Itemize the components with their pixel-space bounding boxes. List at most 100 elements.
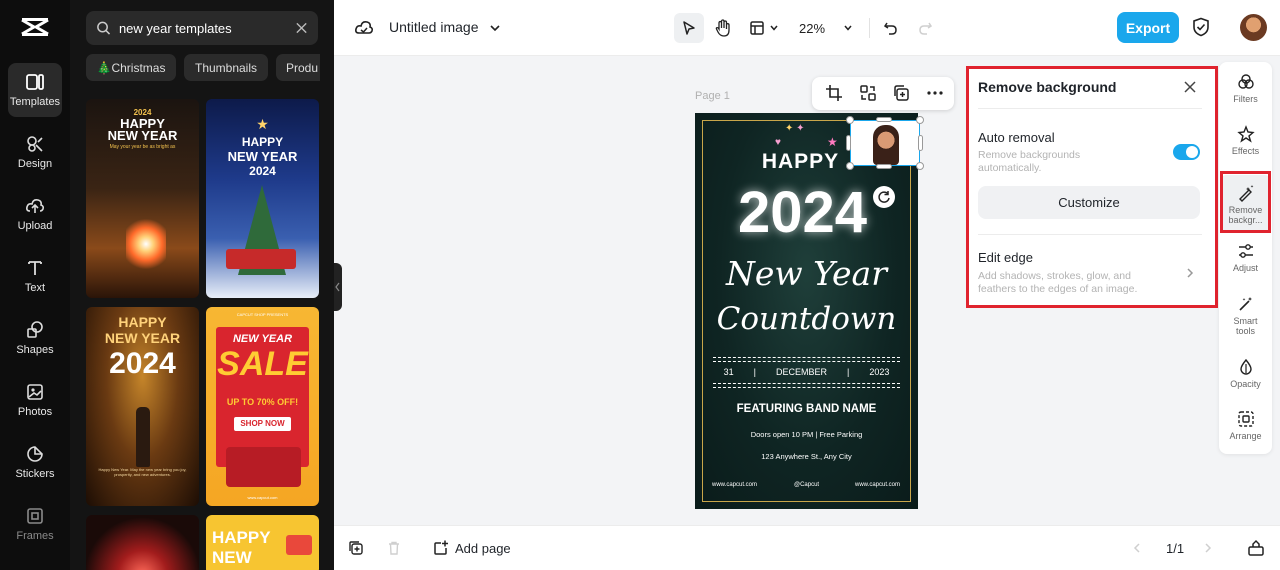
- panel-title: Remove background: [978, 79, 1117, 95]
- replace-icon[interactable]: [859, 84, 877, 102]
- template-thumb-6[interactable]: HAPPY NEW: [206, 515, 319, 570]
- clear-search-icon[interactable]: [295, 21, 308, 35]
- redo-button[interactable]: [912, 13, 938, 43]
- thumb-text: SHOP NOW: [240, 419, 285, 428]
- cursor-icon: [683, 21, 695, 35]
- thumb-text: NEW YEAR: [232, 333, 293, 345]
- photo-portrait: [873, 125, 899, 165]
- template-search[interactable]: [86, 11, 318, 45]
- template-thumb-5[interactable]: [86, 515, 199, 570]
- rail-item-templates[interactable]: Templates: [8, 63, 62, 117]
- export-button[interactable]: Export: [1117, 12, 1179, 43]
- rail-item-design[interactable]: Design: [8, 125, 62, 179]
- tool-label: Arrange: [1229, 431, 1262, 441]
- poster-footer-left: www.capcut.com: [712, 482, 758, 488]
- close-icon[interactable]: [1182, 79, 1198, 95]
- layout-icon: [750, 21, 764, 35]
- resize-handle[interactable]: [916, 162, 924, 170]
- chevron-down-icon: [844, 25, 852, 31]
- poster-date: 31 | DECEMBER | 2023: [695, 367, 918, 377]
- thumb-text: HAPPY: [241, 135, 284, 149]
- zoom-menu-button[interactable]: 22%: [796, 13, 856, 43]
- tool-smart-tools[interactable]: Smart tools: [1219, 295, 1272, 336]
- resize-handle[interactable]: [918, 135, 923, 151]
- resize-handle[interactable]: [846, 135, 851, 151]
- chip-products[interactable]: Produ: [276, 54, 320, 81]
- auto-removal-desc-1: Remove backgrounds: [978, 149, 1081, 161]
- more-icon[interactable]: [926, 84, 944, 102]
- tool-label: tools: [1235, 326, 1255, 336]
- edit-edge-desc-1: Add shadows, strokes, glow, and: [978, 270, 1131, 282]
- thumb-text: NEW YEAR: [107, 128, 178, 143]
- tool-filters[interactable]: Filters: [1219, 73, 1272, 104]
- tool-adjust[interactable]: Adjust: [1219, 242, 1272, 273]
- chip-christmas[interactable]: 🎄Christmas: [86, 54, 176, 81]
- search-input[interactable]: [118, 20, 295, 36]
- next-page-icon[interactable]: [1203, 542, 1213, 554]
- rail-item-text[interactable]: Text: [8, 249, 62, 303]
- rotate-handle[interactable]: [873, 186, 895, 208]
- crop-icon[interactable]: [825, 84, 843, 102]
- selected-photo[interactable]: [850, 120, 920, 166]
- template-thumb-3[interactable]: HAPPY NEW YEAR 2024 Happy New Year. May …: [86, 307, 199, 506]
- stickers-icon: [27, 446, 43, 462]
- duplicate-icon[interactable]: [892, 84, 910, 102]
- add-page-button[interactable]: Add page: [432, 539, 511, 557]
- select-tool-button[interactable]: [674, 13, 704, 43]
- cloud-sync-icon[interactable]: [354, 18, 374, 38]
- chevron-down-icon: [770, 25, 778, 31]
- chevron-right-icon[interactable]: [1185, 267, 1195, 279]
- template-thumb-2[interactable]: ★ HAPPY NEW YEAR 2024: [206, 99, 319, 298]
- page-counter: 1/1: [1166, 541, 1185, 556]
- page-label: Page 1: [695, 90, 730, 102]
- floating-toolbar: [812, 77, 954, 110]
- poster-script-2: Countdown: [716, 301, 897, 337]
- rail-label: Frames: [16, 530, 54, 542]
- capcut-logo-icon[interactable]: [20, 16, 50, 38]
- auto-removal-toggle[interactable]: [1173, 144, 1200, 160]
- chevron-down-icon[interactable]: [489, 22, 501, 34]
- tool-opacity[interactable]: Opacity: [1219, 358, 1272, 389]
- tool-effects[interactable]: Effects: [1219, 125, 1272, 156]
- layout-menu-button[interactable]: [746, 13, 782, 43]
- rail-label: Text: [24, 282, 46, 294]
- template-thumb-1[interactable]: 2024 HAPPY NEW YEAR May your year be as …: [86, 99, 199, 298]
- poster-canvas[interactable]: ✦ ✦ ♥ ★ HAPPY 2024 New Year Countdown 31…: [695, 113, 918, 509]
- resize-handle[interactable]: [846, 116, 854, 124]
- resize-handle[interactable]: [876, 117, 892, 122]
- document-title[interactable]: Untitled image: [389, 19, 479, 35]
- resize-handle[interactable]: [916, 116, 924, 124]
- rail-item-photos[interactable]: Photos: [8, 373, 62, 427]
- hand-tool-button[interactable]: [708, 13, 738, 43]
- user-avatar[interactable]: [1240, 14, 1267, 41]
- thumb-text: NEW YEAR: [227, 149, 298, 164]
- rail-label: Shapes: [16, 344, 54, 356]
- auto-removal-desc-2: automatically.: [978, 162, 1042, 174]
- resize-handle[interactable]: [876, 164, 892, 169]
- rail-item-stickers[interactable]: Stickers: [8, 435, 62, 489]
- rail-item-shapes[interactable]: Shapes: [8, 311, 62, 365]
- panel-collapse-handle[interactable]: [334, 263, 342, 311]
- shield-check-icon[interactable]: [1192, 17, 1210, 37]
- tool-arrange[interactable]: Arrange: [1219, 410, 1272, 441]
- chip-thumbnails[interactable]: Thumbnails: [184, 54, 268, 81]
- rail-item-upload[interactable]: Upload: [8, 187, 62, 241]
- remove-background-panel: Remove background Auto removal Remove ba…: [966, 66, 1218, 308]
- delete-page-icon[interactable]: [386, 540, 402, 556]
- undo-button[interactable]: [878, 13, 904, 43]
- rail-item-frames[interactable]: Frames: [8, 497, 62, 551]
- duplicate-page-icon[interactable]: [348, 540, 364, 556]
- page-panel-icon[interactable]: [1247, 539, 1265, 557]
- thumb-text: 2024: [249, 164, 276, 178]
- template-thumb-4[interactable]: CAPCUT SHOP PRESENTS NEW YEAR SALE UP TO…: [206, 307, 319, 506]
- magic-wand-icon: [1238, 297, 1252, 311]
- resize-handle[interactable]: [846, 162, 854, 170]
- tool-label: Filters: [1233, 94, 1258, 104]
- thumb-text: HAPPY: [118, 314, 167, 330]
- frames-icon: [27, 508, 43, 524]
- customize-button[interactable]: Customize: [978, 186, 1200, 219]
- poster-band: FEATURING BAND NAME: [736, 403, 877, 415]
- edit-edge-label[interactable]: Edit edge: [978, 250, 1033, 265]
- auto-removal-label: Auto removal: [978, 130, 1055, 145]
- prev-page-icon[interactable]: [1132, 542, 1142, 554]
